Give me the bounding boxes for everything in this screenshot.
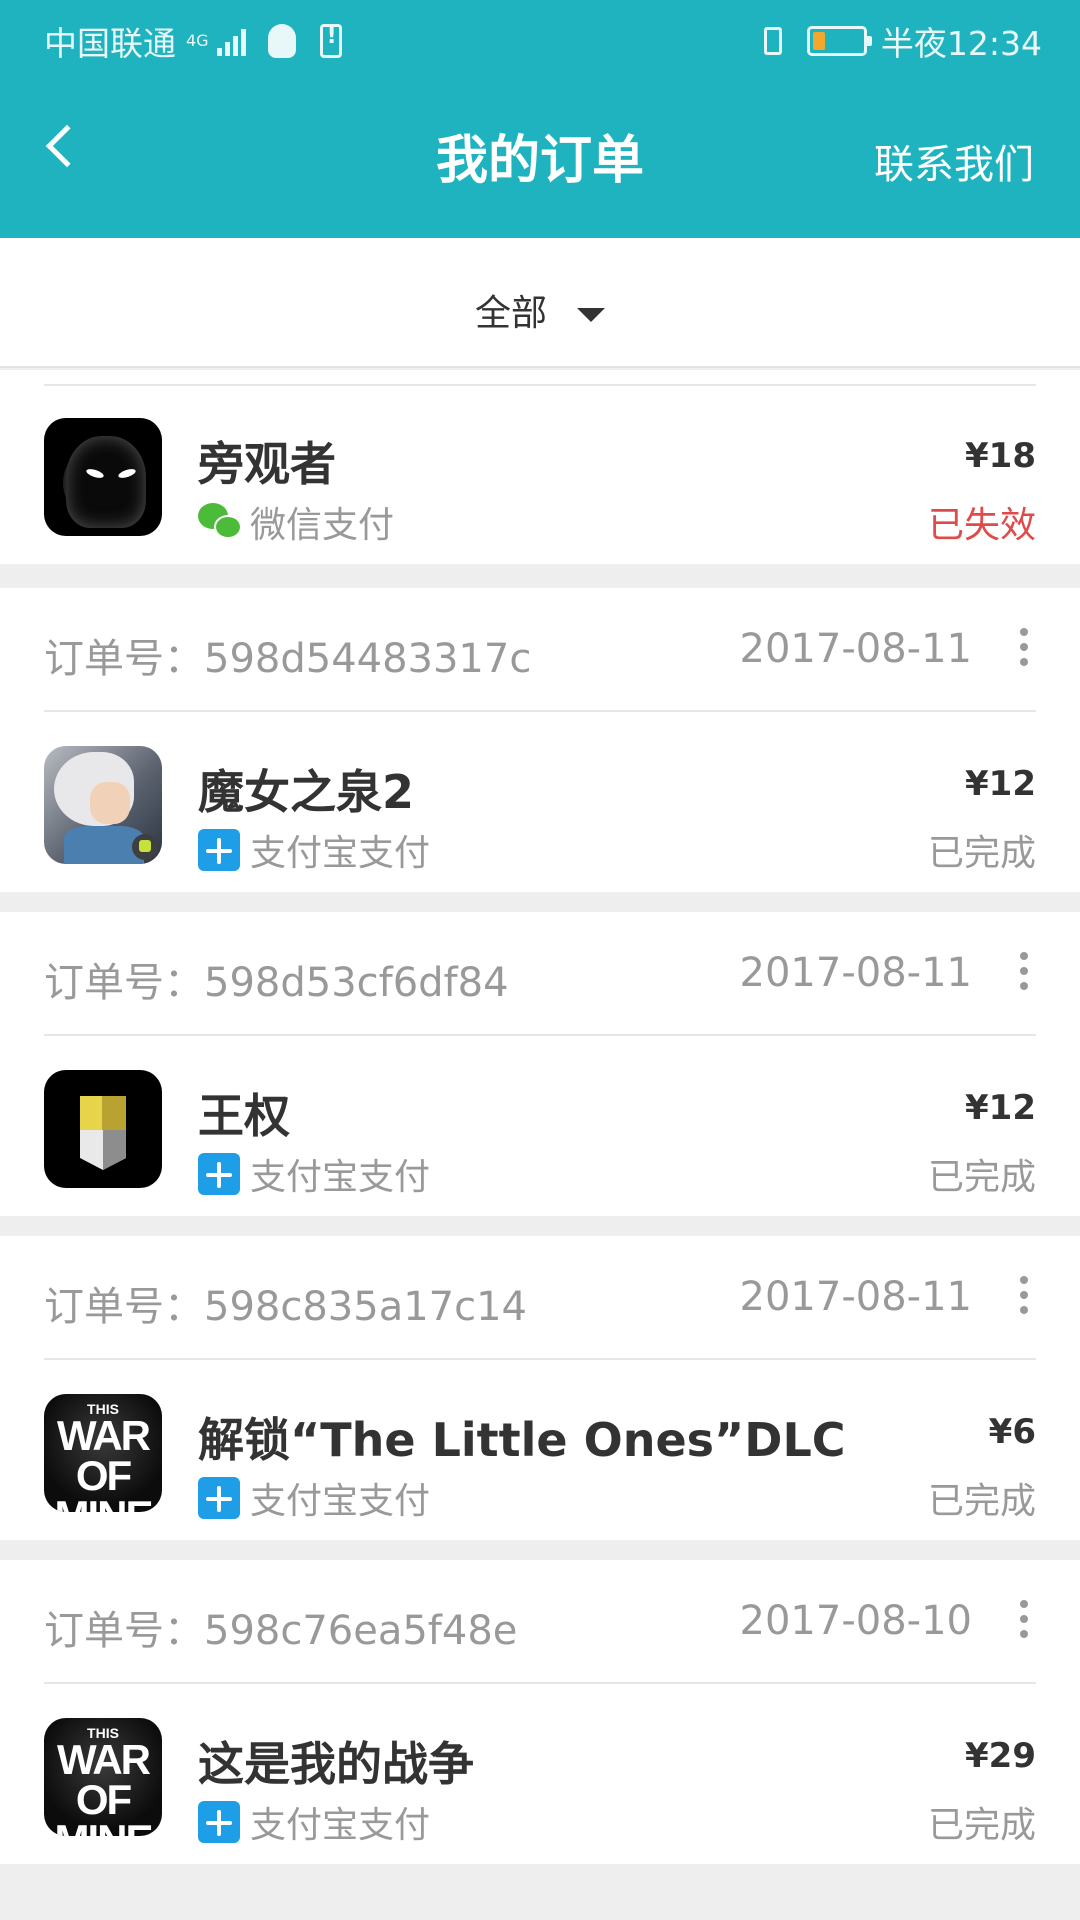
contact-us-button[interactable]: 联系我们 [874, 132, 1034, 190]
order-date: 2017-08-11 [739, 626, 972, 672]
order-card[interactable]: 订单号：598d54483317c 2017-08-11 魔女之泉2 支付宝支付… [0, 588, 1080, 892]
order-number-label: 订单号： [44, 1284, 204, 1330]
carrier-name: 中国联通 [44, 24, 176, 63]
app-name: 魔女之泉2 [198, 765, 415, 819]
order-price: ¥12 [965, 764, 1036, 804]
status-right: 半夜12:34 [753, 17, 1042, 65]
icon-text: OF MINE [55, 1452, 154, 1513]
pay-method-label: 微信支付 [250, 505, 395, 546]
order-number: 订单号：598c76ea5f48e [44, 1598, 517, 1656]
network-type: 4G [186, 31, 209, 50]
app-icon-reigns [44, 1070, 162, 1188]
clock: 半夜12:34 [880, 24, 1042, 63]
alipay-icon [198, 1801, 240, 1843]
order-card[interactable]: 订单号：598c76ea5f48e 2017-08-10 THIS WAR OF… [0, 1560, 1080, 1864]
pay-method-label: 支付宝支付 [250, 1157, 431, 1198]
order-item[interactable]: THIS WAR OF MINE 解锁“The Little Ones”DLC … [0, 1360, 1080, 1540]
icon-face [66, 436, 146, 528]
signal-icon [216, 26, 246, 56]
app-name: 这是我的战争 [198, 1737, 474, 1791]
order-item[interactable]: 旁观者 微信支付 ¥18 已失效 [0, 384, 1080, 564]
order-number: 订单号：598c835a17c14 [44, 1274, 527, 1332]
order-number-label: 订单号： [44, 960, 204, 1006]
filter-selected-label: 全部 [474, 293, 547, 334]
order-header: 订单号：598d54483317c 2017-08-11 [44, 588, 1036, 712]
order-number-value: 598d53cf6df84 [204, 960, 509, 1006]
order-card[interactable]: 订单号：598d53cf6df84 2017-08-11 王权 支付宝支付 ¥1… [0, 912, 1080, 1216]
app-name: 解锁“The Little Ones”DLC [198, 1413, 846, 1467]
pay-method: 支付宝支付 [198, 824, 430, 876]
pay-method: 支付宝支付 [198, 1472, 430, 1524]
pay-method: 微信支付 [198, 496, 394, 548]
order-card[interactable]: 订单号：598c835a17c14 2017-08-11 THIS WAR OF… [0, 1236, 1080, 1540]
icon-text: WAR [57, 1412, 151, 1459]
order-header: 订单号：598c835a17c14 2017-08-11 [44, 1236, 1036, 1360]
filter-bar: 全部 [0, 238, 1080, 368]
more-options-icon[interactable] [1020, 1276, 1028, 1314]
more-options-icon[interactable] [1020, 628, 1028, 666]
alipay-icon [198, 829, 240, 871]
icon-face [90, 782, 130, 824]
order-number: 订单号：598d53cf6df84 [44, 950, 509, 1008]
order-price: ¥18 [965, 436, 1036, 476]
order-number-label: 订单号： [44, 1608, 204, 1654]
order-number: 订单号：598d54483317c [44, 626, 531, 684]
qq-icon [267, 24, 296, 58]
app-header: 中国联通 4G 半夜12:34 我的订单 联系我们 [0, 0, 1080, 238]
order-price: ¥6 [988, 1412, 1036, 1452]
order-price: ¥12 [965, 1088, 1036, 1128]
order-price: ¥29 [965, 1736, 1036, 1776]
pay-method-label: 支付宝支付 [250, 1805, 431, 1846]
more-options-icon[interactable] [1020, 1600, 1028, 1638]
pay-method: 支付宝支付 [198, 1796, 430, 1848]
order-number-value: 598c76ea5f48e [204, 1608, 518, 1654]
pay-method-label: 支付宝支付 [250, 1481, 431, 1522]
order-number-label: 订单号： [44, 636, 204, 682]
order-header: 订单号：598d53cf6df84 2017-08-11 [44, 912, 1036, 1036]
status-left: 中国联通 4G [44, 17, 342, 65]
order-status: 已完成 [927, 1805, 1036, 1846]
order-date: 2017-08-10 [739, 1598, 972, 1644]
filter-dropdown[interactable]: 全部 [0, 284, 1080, 336]
order-number-value: 598d54483317c [204, 636, 532, 682]
order-card[interactable]: 旁观者 微信支付 ¥18 已失效 [0, 370, 1080, 564]
app-name: 旁观者 [198, 437, 336, 491]
vibrate-icon [753, 25, 793, 57]
app-icon-this-war-of-mine: THIS WAR OF MINE [44, 1394, 162, 1512]
icon-body [80, 1130, 126, 1170]
order-status: 已完成 [927, 833, 1036, 874]
order-status: 已失效 [927, 505, 1036, 546]
order-status: 已完成 [927, 1481, 1036, 1522]
app-name: 王权 [198, 1089, 290, 1143]
app-icon-bystander [44, 418, 162, 536]
order-date: 2017-08-11 [739, 1274, 972, 1320]
icon-crown [80, 1096, 126, 1130]
alipay-icon [198, 1153, 240, 1195]
wechat-pay-icon [198, 501, 242, 543]
order-status: 已完成 [927, 1157, 1036, 1198]
pay-method: 支付宝支付 [198, 1148, 430, 1200]
app-icon-this-war-of-mine: THIS WAR OF MINE [44, 1718, 162, 1836]
pay-method-label: 支付宝支付 [250, 833, 431, 874]
order-item[interactable]: 王权 支付宝支付 ¥12 已完成 [0, 1036, 1080, 1216]
alipay-icon [198, 1477, 240, 1519]
icon-text: OF MINE [55, 1776, 154, 1837]
order-date: 2017-08-11 [739, 950, 972, 996]
icon-text: WAR [57, 1736, 151, 1783]
battery-alert-icon [319, 24, 342, 58]
icon-badge [132, 834, 158, 860]
order-item[interactable]: 魔女之泉2 支付宝支付 ¥12 已完成 [0, 712, 1080, 892]
order-item[interactable]: THIS WAR OF MINE 这是我的战争 支付宝支付 ¥29 已完成 [0, 1684, 1080, 1864]
status-bar: 中国联通 4G 半夜12:34 [0, 0, 1080, 76]
dropdown-triangle-icon [577, 308, 605, 322]
order-number-value: 598c835a17c14 [204, 1284, 527, 1330]
order-header: 订单号：598c76ea5f48e 2017-08-10 [44, 1560, 1036, 1684]
app-icon-witch-spring [44, 746, 162, 864]
more-options-icon[interactable] [1020, 952, 1028, 990]
battery-icon [806, 26, 872, 56]
